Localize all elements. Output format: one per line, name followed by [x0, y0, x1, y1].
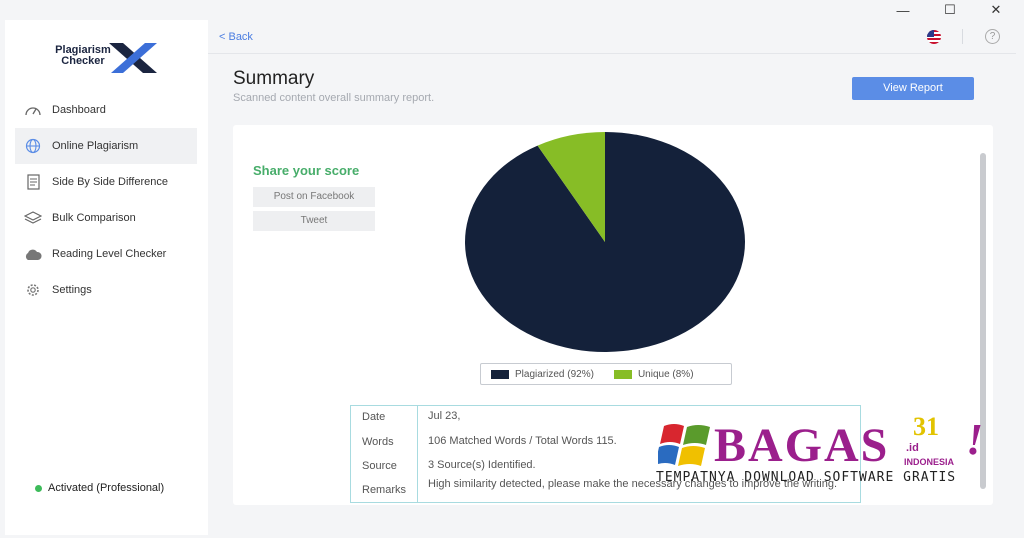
top-bar: < Back ? — [208, 20, 1016, 54]
back-link[interactable]: < Back — [219, 31, 253, 43]
sidebar-item-reading-level[interactable]: Reading Level Checker — [15, 236, 197, 272]
chart-legend: Plagiarized (92%) Unique (8%) — [480, 363, 732, 385]
layers-icon — [23, 208, 43, 228]
sidebar-item-side-by-side[interactable]: Side By Side Difference — [15, 164, 197, 200]
info-key: Date — [362, 411, 386, 423]
score-pie-chart — [465, 132, 745, 352]
sidebar: Plagiarism Checker Dashboard Online Plag… — [5, 20, 208, 535]
sidebar-item-label: Online Plagiarism — [52, 140, 139, 152]
share-title: Share your score — [253, 163, 360, 178]
info-divider — [417, 406, 418, 502]
activation-status: Activated (Professional) — [35, 482, 164, 494]
minimize-button[interactable]: — — [880, 0, 926, 20]
legend-swatch-plagiarized — [491, 369, 509, 379]
document-icon — [23, 172, 43, 192]
gauge-icon — [23, 100, 43, 120]
post-facebook-button[interactable]: Post on Facebook — [253, 187, 375, 207]
info-key: Words — [362, 436, 394, 448]
sidebar-item-settings[interactable]: Settings — [15, 272, 197, 308]
globe-icon — [23, 136, 43, 156]
sidebar-nav: Dashboard Online Plagiarism Side By Side… — [15, 92, 197, 308]
sidebar-item-online-plagiarism[interactable]: Online Plagiarism — [15, 128, 197, 164]
app-logo: Plagiarism Checker — [49, 41, 169, 77]
view-report-button[interactable]: View Report — [852, 77, 974, 100]
sidebar-item-label: Dashboard — [52, 104, 106, 116]
watermark-suffix: .id — [906, 442, 919, 454]
sidebar-item-dashboard[interactable]: Dashboard — [15, 92, 197, 128]
us-flag-icon[interactable] — [927, 30, 941, 44]
tweet-button[interactable]: Tweet — [253, 211, 375, 231]
sidebar-item-label: Bulk Comparison — [52, 212, 136, 224]
topbar-divider — [962, 29, 963, 44]
status-dot-icon — [35, 484, 42, 492]
info-key: Remarks — [362, 484, 407, 496]
windows-flag-icon — [658, 424, 710, 466]
app-window: — ☐ ✕ Plagiarism Checker Dashboard Onlin… — [0, 0, 1024, 538]
page-title: Summary — [233, 68, 315, 89]
sidebar-item-label: Reading Level Checker — [52, 248, 167, 260]
sidebar-item-label: Side By Side Difference — [52, 176, 168, 188]
page-subtitle: Scanned content overall summary report. — [233, 92, 435, 104]
watermark-country: INDONESIA — [904, 457, 955, 467]
watermark-tagline: TEMPATNYA DOWNLOAD SOFTWARE GRATIS — [656, 470, 957, 485]
sidebar-item-label: Settings — [52, 284, 92, 296]
gear-icon — [23, 280, 43, 300]
watermark-brand: BAGAS — [714, 419, 890, 472]
watermark-number: 31 — [913, 412, 939, 441]
watermark-bang: ! — [966, 415, 984, 464]
maximize-button[interactable]: ☐ — [927, 0, 973, 20]
watermark: BAGAS 31 .id INDONESIA ! TEMPATNYA DOWNL… — [656, 412, 986, 492]
sidebar-item-bulk-comparison[interactable]: Bulk Comparison — [15, 200, 197, 236]
logo-x-icon — [109, 43, 157, 73]
info-key: Source — [362, 460, 397, 472]
legend-label-unique: Unique (8%) — [637, 368, 694, 380]
help-icon[interactable]: ? — [985, 29, 1000, 44]
status-label: Activated (Professional) — [48, 482, 165, 494]
legend-swatch-unique — [613, 369, 632, 379]
cloud-icon — [23, 244, 43, 264]
title-bar: — ☐ ✕ — [0, 0, 1024, 20]
close-button[interactable]: ✕ — [973, 0, 1019, 20]
legend-label-plagiarized: Plagiarized (92%) — [515, 368, 594, 380]
